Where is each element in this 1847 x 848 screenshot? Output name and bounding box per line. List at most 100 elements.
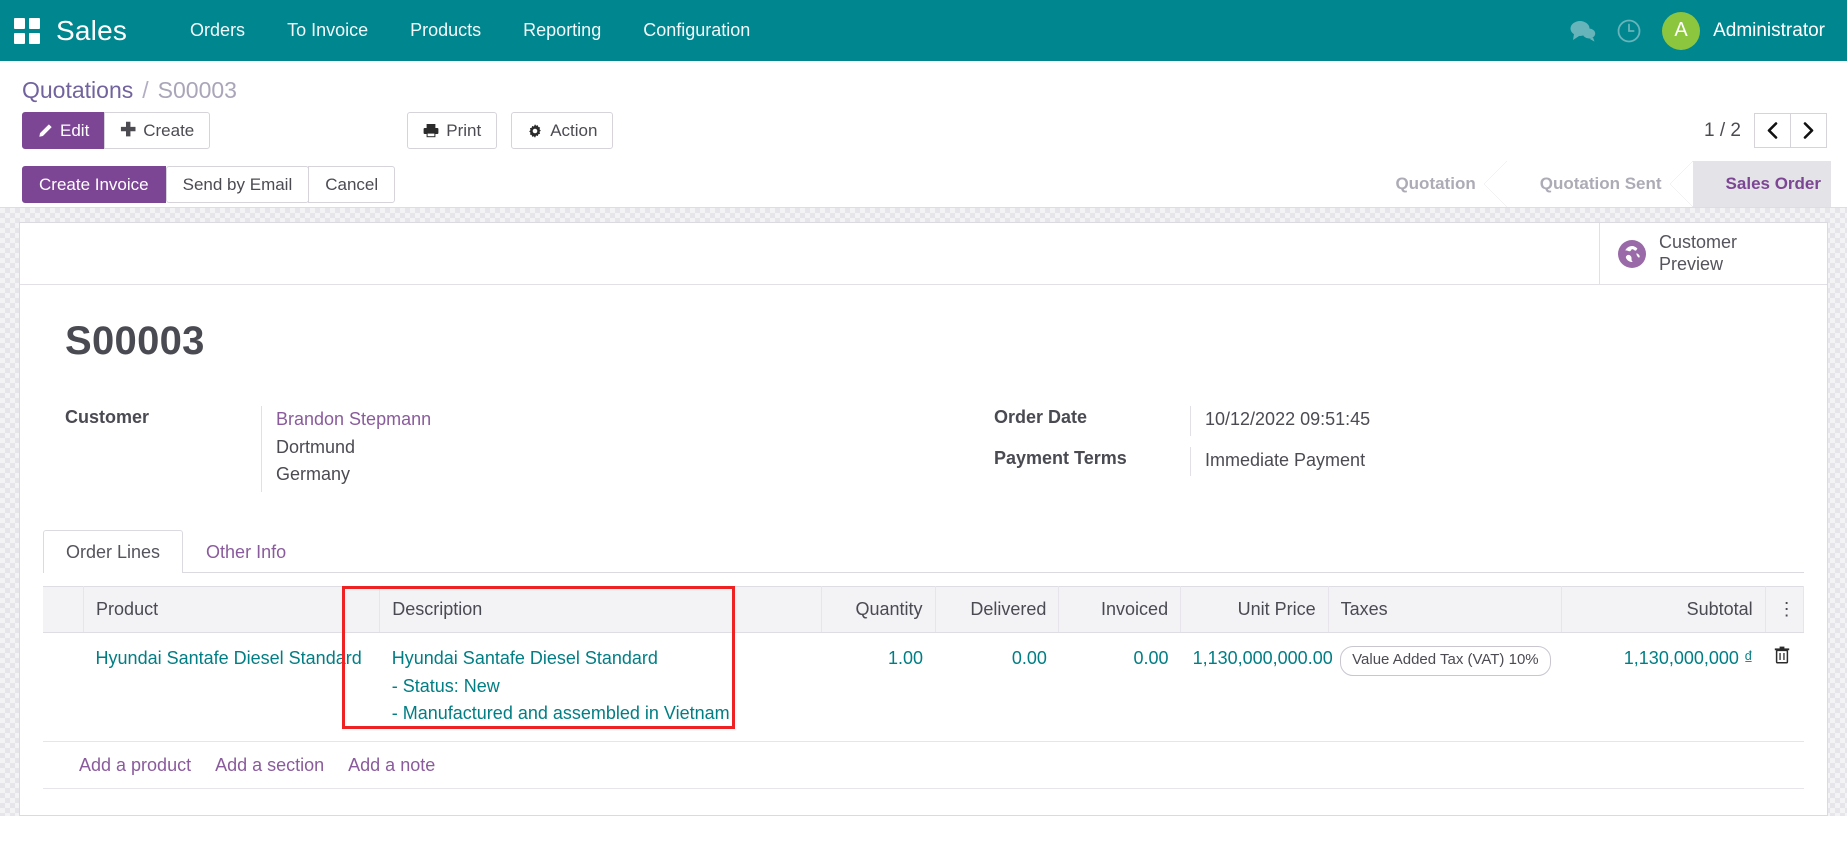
pencil-icon [38,123,53,138]
col-delivered[interactable]: Delivered [935,586,1060,634]
add-a-note-link[interactable]: Add a note [348,755,435,776]
customer-preview-button[interactable]: Customer Preview [1599,223,1827,285]
record-toolbar: Edit ✚ Create Print Action 1 / 2 [0,106,1847,161]
cell-taxes[interactable]: Value Added Tax (VAT) 10% [1328,632,1562,743]
field-order-date-value[interactable]: 10/12/2022 09:51:45 [1190,406,1370,436]
avatar: A [1662,11,1701,50]
description-line-2: - Status: New [391,675,500,696]
trash-icon[interactable] [1774,646,1790,664]
field-payment-terms-value[interactable]: Immediate Payment [1190,446,1365,476]
send-by-email-button[interactable]: Send by Email [165,165,310,203]
subtotal-value: 1,130,000,000 ₫ [1623,648,1754,669]
printer-icon [423,123,439,138]
add-line-row: Add a product Add a section Add a note [43,742,1804,790]
stage-quotation-sent[interactable]: Quotation Sent [1505,161,1693,208]
form-sheet: Customer Preview S00003 Customer Brandon… [19,222,1828,817]
create-button[interactable]: ✚ Create [104,112,211,150]
user-menu[interactable]: A Administrator [1662,11,1825,50]
col-subtotal[interactable]: Subtotal [1561,586,1766,634]
cancel-button[interactable]: Cancel [308,165,396,203]
plus-icon: ✚ [120,120,137,142]
pager-buttons [1754,113,1827,149]
pager-counter[interactable]: 1 / 2 [1704,120,1741,142]
cell-product[interactable]: Hyundai Santafe Diesel Standard [83,632,380,743]
globe-icon [1618,239,1646,268]
tab-order-lines[interactable]: Order Lines [43,530,184,574]
action-button[interactable]: Action [511,112,614,150]
col-handle [43,586,85,634]
row-handle [43,632,84,743]
cell-delivered[interactable]: 0.00 [935,632,1059,743]
app-brand-sales[interactable]: Sales [56,15,127,47]
field-payment-terms: Payment Terms Immediate Payment [994,446,1602,476]
field-order-date: Order Date 10/12/2022 09:51:45 [994,406,1602,436]
edit-button-label: Edit [60,121,90,140]
status-bar-row: Create Invoice Send by Email Cancel Quot… [0,161,1847,209]
field-group-right: Order Date 10/12/2022 09:51:45 Payment T… [994,406,1602,503]
navbar-right-tools: A Administrator [1569,11,1825,50]
breadcrumb-separator: / [142,77,149,103]
menu-item-configuration[interactable]: Configuration [622,12,771,49]
cell-quantity[interactable]: 1.00 [821,632,936,743]
cell-invoiced[interactable]: 0.00 [1058,632,1181,743]
col-quantity[interactable]: Quantity [821,586,936,634]
table-row[interactable]: Hyundai Santafe Diesel Standard Hyundai … [43,632,1804,743]
tax-badge: Value Added Tax (VAT) 10% [1340,646,1551,677]
notebook-tabs: Order Lines Other Info [43,530,1804,574]
add-a-product-link[interactable]: Add a product [79,755,191,776]
breadcrumb-root[interactable]: Quotations [22,77,133,104]
sheet-background: Customer Preview S00003 Customer Brandon… [0,208,1847,817]
description-line-1: Hyundai Santafe Diesel Standard [391,648,658,669]
add-a-section-link[interactable]: Add a section [215,755,324,776]
control-panel: Quotations / S00003 Edit ✚ Create Print … [0,61,1847,162]
menu-item-orders[interactable]: Orders [169,12,266,49]
stage-quotation[interactable]: Quotation [1361,161,1507,208]
print-button-label: Print [446,121,482,140]
cell-subtotal: 1,130,000,000 ₫ [1561,632,1790,743]
apps-grid-icon[interactable] [14,17,40,44]
field-customer-value[interactable]: Brandon Stepmann Dortmund Germany [261,406,431,493]
field-customer: Customer Brandon Stepmann Dortmund Germa… [65,406,673,493]
pager-next-button[interactable] [1790,113,1827,149]
column-options-icon[interactable]: ⋮ [1765,586,1805,634]
cell-description[interactable]: Hyundai Santafe Diesel Standard - Status… [379,632,822,743]
chevron-right-icon [1802,122,1815,139]
action-button-label: Action [550,121,598,140]
field-order-date-label: Order Date [994,407,1088,428]
col-product[interactable]: Product [83,586,381,634]
print-action-group: Print Action [407,112,614,150]
pager-previous-button[interactable] [1754,113,1791,149]
col-description[interactable]: Description [379,586,822,634]
col-taxes[interactable]: Taxes [1328,586,1562,634]
col-unit-price[interactable]: Unit Price [1180,586,1329,634]
description-line-3: - Manufactured and assembled in Vietnam [391,702,730,723]
chevron-left-icon [1766,122,1779,139]
create-invoice-button[interactable]: Create Invoice [22,165,166,203]
page-title: S00003 [65,319,205,364]
customer-city: Dortmund [276,436,356,457]
chat-bubbles-icon[interactable] [1569,19,1596,42]
table-header-row: Product Description Quantity Delivered I… [43,586,1805,634]
stage-sales-order[interactable]: Sales Order [1691,161,1831,208]
breadcrumb: Quotations / S00003 [0,61,1847,106]
tab-other-info[interactable]: Other Info [183,530,309,573]
customer-country: Germany [276,463,351,484]
customer-name-link[interactable]: Brandon Stepmann [276,406,431,433]
stat-button-box: Customer Preview [20,223,1827,286]
menu-item-products[interactable]: Products [389,12,502,49]
field-payment-terms-label: Payment Terms [994,447,1127,468]
menu-item-to-invoice[interactable]: To Invoice [266,12,389,49]
workflow-buttons: Create Invoice Send by Email Cancel [0,161,396,207]
clock-icon[interactable] [1616,18,1642,44]
order-lines-container: Product Description Quantity Delivered I… [43,586,1805,790]
customer-preview-line2: Preview [1659,253,1724,274]
menu-item-reporting[interactable]: Reporting [502,12,622,49]
cell-unit-price[interactable]: 1,130,000,000.00 [1180,632,1333,743]
print-button[interactable]: Print [407,112,498,150]
breadcrumb-current: S00003 [157,77,237,103]
field-customer-label: Customer [65,407,150,428]
field-group-left: Customer Brandon Stepmann Dortmund Germa… [65,406,673,503]
edit-button[interactable]: Edit [22,112,106,150]
create-button-label: Create [143,121,195,140]
col-invoiced[interactable]: Invoiced [1058,586,1182,634]
